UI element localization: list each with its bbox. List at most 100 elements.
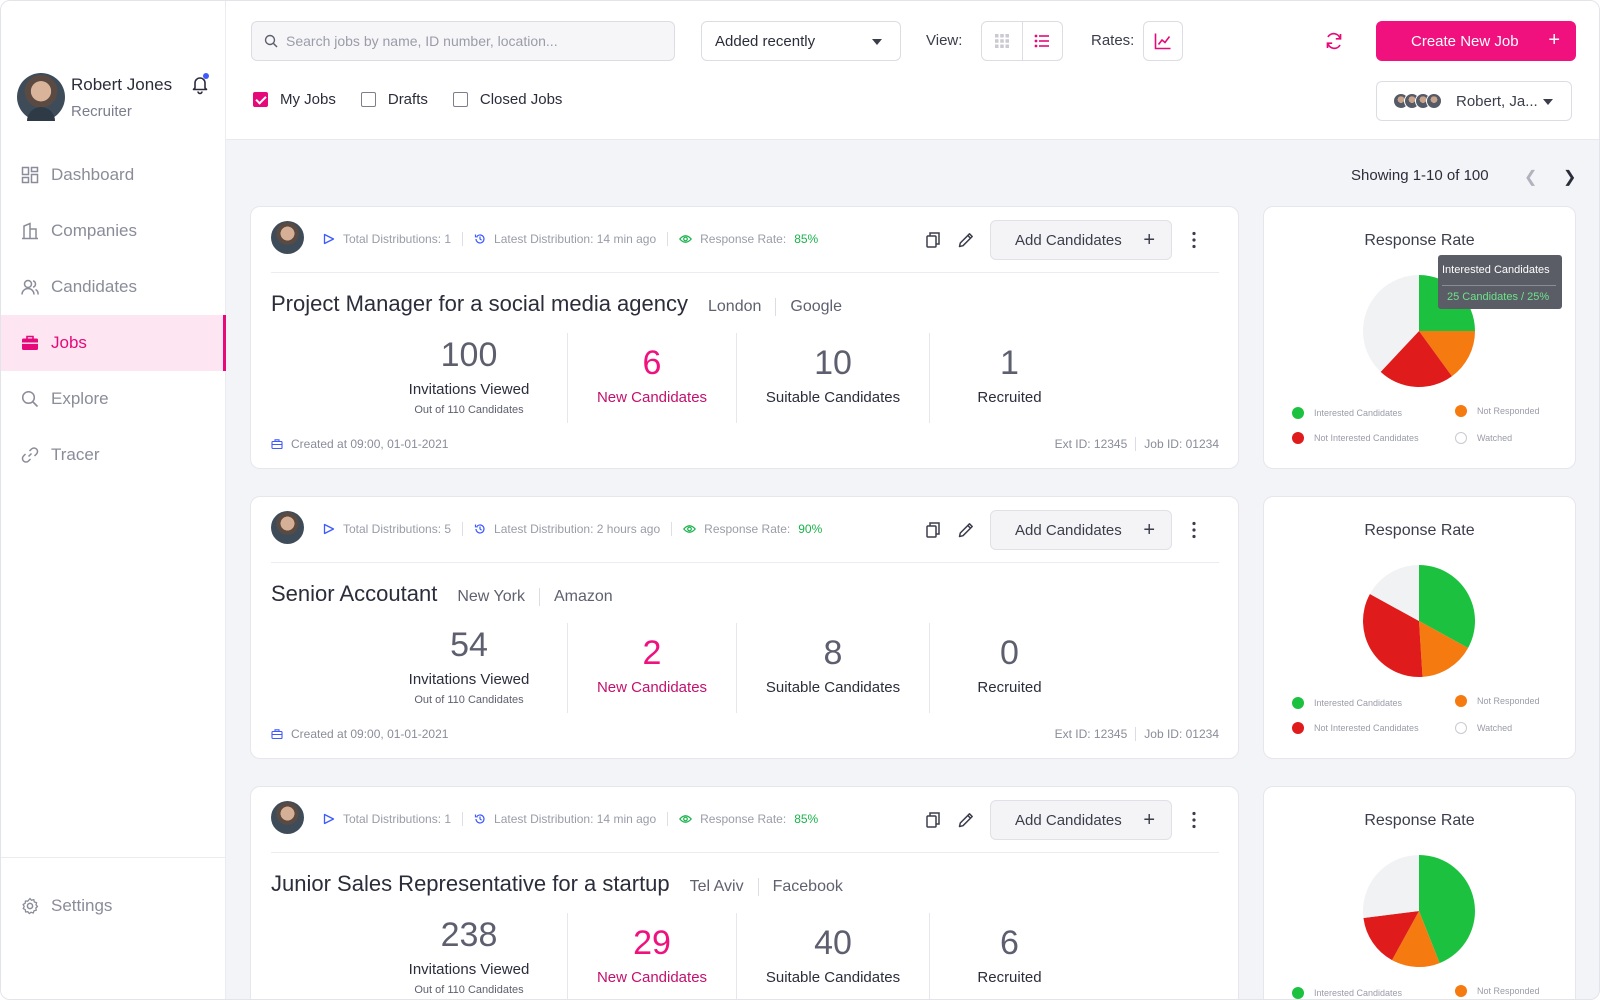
job-title[interactable]: Junior Sales Representative for a startu… (271, 871, 670, 897)
job-title[interactable]: Senior Accoutant (271, 581, 437, 607)
pencil-icon[interactable] (957, 231, 975, 249)
nav-item-dashboard[interactable]: Dashboard (1, 147, 226, 203)
sort-dropdown[interactable]: Added recently (701, 21, 901, 61)
stat-suitable[interactable]: 10 Suitable Candidates (736, 333, 929, 423)
avatar (1426, 93, 1442, 109)
create-new-job-button[interactable]: Create New Job + (1376, 21, 1576, 61)
job-card[interactable]: Total Distributions: 1 Latest Distributi… (250, 786, 1239, 999)
stat-recruited[interactable]: 1 Recruited (929, 333, 1089, 423)
created-at-text: Created at 09:00, 01-01-2021 (291, 437, 449, 451)
job-card[interactable]: Total Distributions: 1 Latest Distributi… (250, 206, 1239, 469)
add-candidates-button[interactable]: Add Candidates + (990, 510, 1172, 550)
nav-item-settings[interactable]: Settings (21, 896, 112, 916)
refresh-icon[interactable] (1324, 31, 1344, 51)
legend-label: Not Interested Candidates (1314, 723, 1419, 733)
stat-label: Recruited (977, 969, 1042, 986)
more-vertical-icon[interactable] (1192, 231, 1196, 249)
create-label: Create New Job (1411, 32, 1519, 50)
checkbox-checked[interactable] (253, 92, 268, 107)
stat-value: 2 (642, 634, 662, 672)
copy-icon[interactable] (924, 231, 942, 249)
rates-chart-button[interactable] (1143, 21, 1183, 61)
checkbox[interactable] (452, 92, 468, 107)
stat-value: 6 (642, 344, 662, 382)
user-name: Robert Jones (71, 75, 173, 94)
stat-invitations[interactable]: 238 Invitations Viewed Out of 110 Candid… (371, 913, 567, 999)
job-location: London (708, 298, 777, 316)
stat-suitable[interactable]: 40 Suitable Candidates (736, 913, 929, 999)
stat-new-candidates[interactable]: 29 New Candidates (567, 913, 736, 999)
job-title[interactable]: Project Manager for a social media agenc… (271, 291, 688, 317)
pencil-icon[interactable] (957, 811, 975, 829)
stat-value: 100 (440, 336, 498, 374)
grid-icon (994, 34, 1009, 48)
history-icon (474, 524, 485, 534)
nav-item-jobs[interactable]: Jobs (1, 315, 226, 371)
stat-recruited[interactable]: 0 Recruited (929, 623, 1089, 713)
stat-label: Invitations Viewed (408, 671, 530, 688)
stat-label: Suitable Candidates (765, 969, 901, 986)
line-chart-icon (1154, 33, 1171, 50)
copy-icon[interactable] (924, 521, 942, 539)
filter-drafts[interactable]: Drafts (360, 91, 428, 108)
nav-label: Tracer (51, 445, 100, 464)
nav-label: Dashboard (51, 165, 135, 184)
legend-dot (1292, 432, 1304, 444)
search-input[interactable] (286, 33, 666, 49)
job-card[interactable]: Total Distributions: 5 Latest Distributi… (250, 496, 1239, 759)
nav-item-explore[interactable]: Explore (1, 371, 226, 427)
chevron-left-icon[interactable]: ❮ (1524, 167, 1537, 187)
filter-closed-jobs[interactable]: Closed Jobs (452, 91, 562, 108)
list-view-button[interactable] (1021, 22, 1062, 60)
job-meta: Total Distributions: 1 Latest Distributi… (323, 232, 818, 246)
pencil-icon[interactable] (957, 521, 975, 539)
response-rate-pie[interactable] (1362, 854, 1476, 968)
team-label: Robert, Ja... (1456, 92, 1538, 110)
copy-icon[interactable] (924, 811, 942, 829)
stat-new-candidates[interactable]: 6 New Candidates (567, 333, 736, 423)
pie-legend: Interested Candidates Not Responded Not … (1292, 695, 1562, 737)
response-rate-label: Response Rate: (704, 522, 791, 536)
created-at-text: Created at 09:00, 01-01-2021 (291, 727, 449, 741)
tooltip-title: Interested Candidates (1442, 264, 1550, 276)
chevron-right-icon[interactable]: ❯ (1563, 167, 1576, 187)
eye-icon (679, 235, 693, 243)
stat-new-candidates[interactable]: 2 New Candidates (567, 623, 736, 713)
notification-dot (203, 73, 209, 79)
stat-invitations[interactable]: 54 Invitations Viewed Out of 110 Candida… (371, 623, 567, 713)
avatar (271, 801, 304, 834)
stat-suitable[interactable]: 8 Suitable Candidates (736, 623, 929, 713)
divider (462, 232, 464, 246)
grid-view-button[interactable] (982, 22, 1022, 60)
response-rate-label: Response Rate: (700, 232, 787, 246)
gear-icon (22, 897, 39, 915)
filter-my-jobs[interactable]: My Jobs (253, 91, 336, 108)
pie-slice-watched[interactable] (1363, 855, 1419, 919)
nav-item-candidates[interactable]: Candidates (1, 259, 226, 315)
stat-label: Recruited (977, 389, 1042, 406)
stat-value: 1 (1000, 344, 1019, 382)
job-actions: Add Candidates + (924, 800, 1196, 840)
stat-label: New Candidates (596, 389, 708, 406)
more-vertical-icon[interactable] (1192, 811, 1196, 829)
avatar (271, 511, 304, 544)
nav-item-companies[interactable]: Companies (1, 203, 226, 259)
job-location: Tel Aviv (690, 878, 759, 896)
user-profile[interactable]: Robert Jones Recruiter (17, 73, 217, 125)
job-stats: 54 Invitations Viewed Out of 110 Candida… (371, 623, 1089, 713)
stat-invitations[interactable]: 100 Invitations Viewed Out of 110 Candid… (371, 333, 567, 423)
add-candidates-button[interactable]: Add Candidates + (990, 220, 1172, 260)
response-rate-pie[interactable] (1362, 564, 1476, 678)
search-box[interactable] (251, 21, 675, 61)
latest-distribution-text: Latest Distribution: 2 hours ago (494, 522, 661, 536)
checkbox[interactable] (360, 92, 376, 107)
stat-sublabel: Out of 110 Candidates (414, 404, 524, 416)
distributions-text: Total Distributions: 1 (343, 812, 452, 826)
legend-label: Interested Candidates (1314, 988, 1403, 998)
stat-recruited[interactable]: 6 Recruited (929, 913, 1089, 999)
team-selector[interactable]: Robert, Ja... (1376, 81, 1572, 121)
nav-item-tracer[interactable]: Tracer (1, 427, 226, 483)
add-candidates-button[interactable]: Add Candidates + (990, 800, 1172, 840)
more-vertical-icon[interactable] (1192, 521, 1196, 539)
history-icon (474, 814, 485, 824)
